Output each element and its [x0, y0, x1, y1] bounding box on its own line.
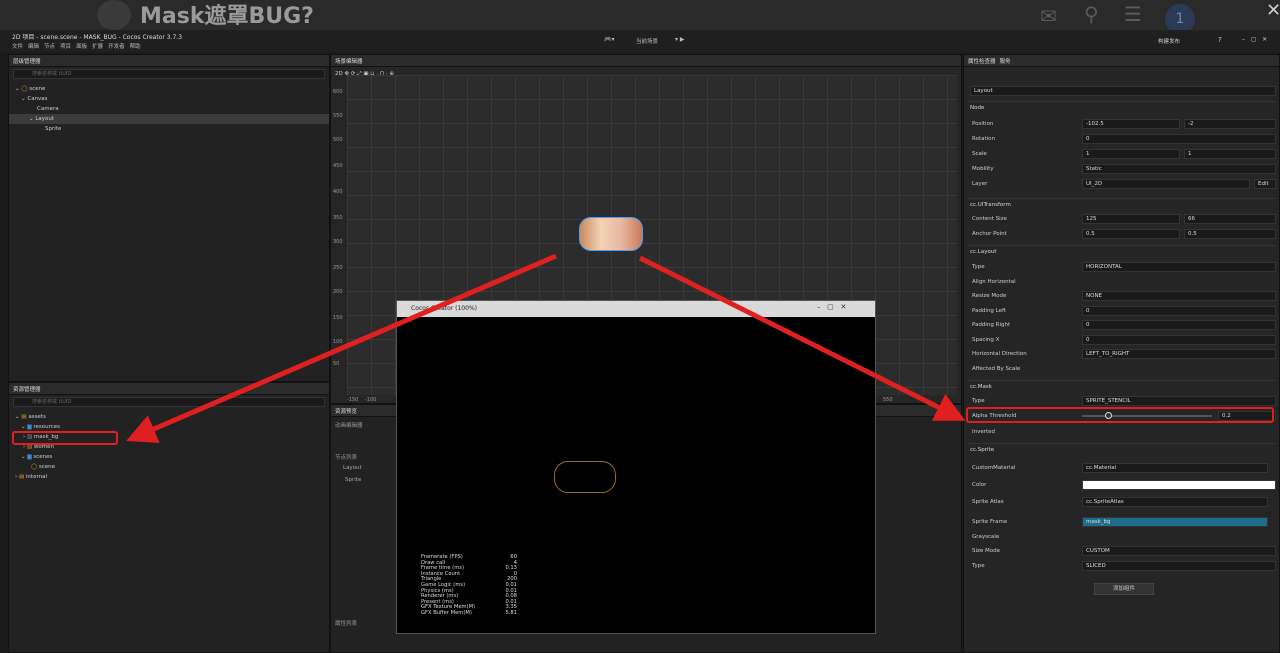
arrow-to-mask-bg [126, 253, 557, 443]
arrow-to-alpha-threshold [638, 255, 966, 421]
annotation-arrows [126, 253, 966, 443]
